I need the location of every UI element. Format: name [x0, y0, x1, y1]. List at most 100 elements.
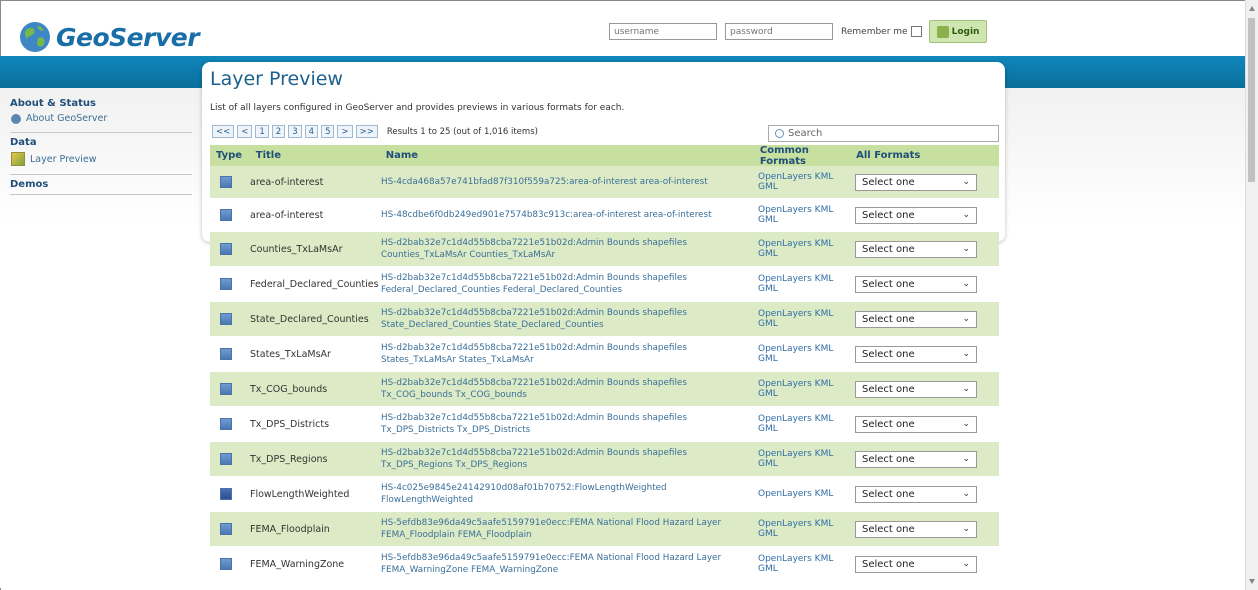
column-header-title[interactable]: Title	[248, 150, 380, 161]
format-select[interactable]: Select one ⌄	[855, 555, 977, 573]
login-button[interactable]: Login	[928, 20, 988, 43]
vector-layer-icon	[220, 348, 232, 360]
format-select[interactable]: Select one ⌄	[855, 415, 977, 433]
chevron-down-icon: ⌄	[962, 314, 970, 324]
table-row: FEMA_Floodplain HS-5efdb83e96da49c5aafe51…	[210, 512, 999, 547]
pager-next-button[interactable]: >	[337, 125, 353, 138]
layer-title: Tx_DPS_Regions	[250, 453, 328, 465]
layers-table: Type Title Name Common Formats All Forma…	[210, 145, 999, 582]
common-formats-links[interactable]: OpenLayers KML GML	[747, 449, 850, 469]
common-formats-links[interactable]: OpenLayers KML GML	[747, 309, 850, 329]
format-select[interactable]: Select one ⌄	[855, 345, 977, 363]
scrollbar-thumb[interactable]	[1248, 18, 1255, 182]
format-select[interactable]: Select one ⌄	[855, 310, 977, 328]
format-select-value: Select one	[862, 488, 915, 500]
pager-page-1-button[interactable]: 1	[255, 125, 269, 138]
pager-first-button[interactable]: <<	[212, 125, 235, 138]
type-cell	[210, 418, 242, 430]
chevron-down-icon: ⌄	[962, 559, 970, 569]
layer-name-line-2: Counties_TxLaMsAr Counties_TxLaMsAr	[381, 250, 556, 260]
table-body: area-of-interest HS-4cda468a57e741bfad87f…	[210, 166, 999, 582]
layer-name-line-1: HS-d2bab32e7c1d4d55b8cba7221e51b02d:Admi…	[381, 308, 687, 318]
geoserver-logo[interactable]: GeoServer	[18, 20, 200, 54]
layer-name-line-1: HS-d2bab32e7c1d4d55b8cba7221e51b02d:Admi…	[381, 378, 687, 388]
scroll-down-icon[interactable]	[1249, 579, 1255, 584]
column-header-name[interactable]: Name	[380, 150, 749, 162]
layer-name: HS-d2bab32e7c1d4d55b8cba7221e51b02d:Admi…	[375, 412, 747, 436]
pager-prev-button[interactable]: <	[237, 125, 253, 138]
scroll-up-icon[interactable]	[1249, 6, 1255, 11]
table-row: area-of-interest HS-4cda468a57e741bfad87f…	[210, 166, 999, 199]
format-select[interactable]: Select one ⌄	[855, 173, 977, 191]
layer-name-line-1: HS-48cdbe6f0db249ed901e7574b83c913c:area…	[381, 210, 712, 220]
format-select[interactable]: Select one ⌄	[855, 450, 977, 468]
format-select-value: Select one	[862, 278, 915, 290]
layer-name-line-1: HS-d2bab32e7c1d4d55b8cba7221e51b02d:Admi…	[381, 413, 687, 423]
username-input[interactable]	[609, 23, 717, 40]
login-button-label: Login	[951, 26, 980, 37]
format-select[interactable]: Select one ⌄	[855, 206, 977, 224]
format-select[interactable]: Select one ⌄	[855, 380, 977, 398]
layer-title: area-of-interest	[250, 209, 324, 221]
common-formats-links[interactable]: OpenLayers KML GML	[747, 205, 850, 225]
table-row: Tx_DPS_Districts HS-d2bab32e7c1d4d55b8cba…	[210, 407, 999, 442]
layer-name: HS-5efdb83e96da49c5aafe5159791e0ecc:FEMA…	[375, 517, 747, 541]
common-formats-links[interactable]: OpenLayers KML GML	[747, 172, 850, 192]
layer-name-line-1: HS-d2bab32e7c1d4d55b8cba7221e51b02d:Admi…	[381, 273, 687, 283]
password-input[interactable]	[725, 23, 833, 40]
pager-page-5-button[interactable]: 5	[321, 125, 335, 138]
layer-name-line-1: HS-d2bab32e7c1d4d55b8cba7221e51b02d:Admi…	[381, 238, 687, 248]
format-select[interactable]: Select one ⌄	[855, 275, 977, 293]
chevron-down-icon: ⌄	[962, 454, 970, 464]
layer-name: HS-4c025e9845e24142910d08af01b70752:Flow…	[375, 482, 747, 506]
sidebar-heading-data[interactable]: Data	[10, 137, 192, 148]
common-formats-links[interactable]: OpenLayers KML GML	[747, 274, 850, 294]
pager-last-button[interactable]: >>	[355, 125, 378, 138]
sidebar-heading-demos[interactable]: Demos	[10, 179, 192, 190]
vertical-scrollbar[interactable]	[1245, 0, 1258, 590]
table-row: Tx_DPS_Regions HS-d2bab32e7c1d4d55b8cba72…	[210, 442, 999, 477]
type-cell	[210, 243, 242, 255]
all-formats-cell: Select one ⌄	[850, 415, 999, 433]
all-formats-cell: Select one ⌄	[850, 450, 999, 468]
page-description: List of all layers configured in GeoServ…	[210, 103, 625, 113]
column-header-all-formats: All Formats	[856, 150, 921, 161]
column-header-type[interactable]: Type	[210, 150, 248, 161]
layer-name-line-2: Tx_COG_bounds Tx_COG_bounds	[381, 390, 527, 400]
layer-name-line-1: HS-4cda468a57e741bfad87f310f559a725:area…	[381, 177, 708, 187]
sidebar-item-about-geoserver[interactable]: About GeoServer	[11, 113, 192, 130]
all-formats-cell: Select one ⌄	[850, 485, 999, 503]
common-formats-links[interactable]: OpenLayers KML GML	[747, 554, 850, 574]
sidebar-item-layer-preview[interactable]: Layer Preview	[11, 152, 192, 172]
chevron-down-icon: ⌄	[962, 177, 970, 187]
format-select-value: Select one	[862, 176, 915, 188]
format-select-value: Select one	[862, 209, 915, 221]
pager-page-2-button[interactable]: 2	[271, 125, 286, 138]
common-formats-links[interactable]: OpenLayers KML GML	[747, 239, 850, 259]
type-cell	[210, 348, 242, 360]
layer-name-line-2: FEMA_Floodplain FEMA_Floodplain	[381, 530, 532, 540]
format-select[interactable]: Select one ⌄	[855, 520, 977, 538]
layer-name: HS-d2bab32e7c1d4d55b8cba7221e51b02d:Admi…	[375, 342, 747, 366]
common-formats-links[interactable]: OpenLayers KML GML	[747, 344, 850, 364]
pager-page-4-button[interactable]: 4	[304, 125, 319, 138]
remember-me-checkbox[interactable]	[910, 26, 922, 37]
all-formats-cell: Select one ⌄	[850, 275, 999, 293]
pager-page-3-button[interactable]: 3	[288, 125, 302, 138]
common-formats-links[interactable]: OpenLayers KML GML	[747, 379, 850, 399]
info-icon	[11, 113, 21, 124]
sidebar-heading-about[interactable]: About & Status	[10, 98, 192, 109]
common-formats-links[interactable]: OpenLayers KML	[747, 489, 850, 499]
common-formats-links[interactable]: OpenLayers KML GML	[747, 414, 850, 434]
vector-layer-icon	[220, 176, 232, 188]
search-input[interactable]: Search	[768, 125, 999, 142]
layer-name: HS-5efdb83e96da49c5aafe5159791e0ecc:FEMA…	[375, 552, 747, 576]
vector-layer-icon	[220, 243, 232, 255]
type-cell	[210, 523, 242, 535]
format-select[interactable]: Select one ⌄	[855, 485, 977, 503]
layer-name-line-2: Tx_DPS_Districts Tx_DPS_Districts	[381, 425, 531, 435]
format-select[interactable]: Select one ⌄	[855, 240, 977, 258]
all-formats-cell: Select one ⌄	[850, 310, 999, 328]
remember-me[interactable]: Remember me	[841, 26, 922, 37]
common-formats-links[interactable]: OpenLayers KML GML	[747, 519, 850, 539]
